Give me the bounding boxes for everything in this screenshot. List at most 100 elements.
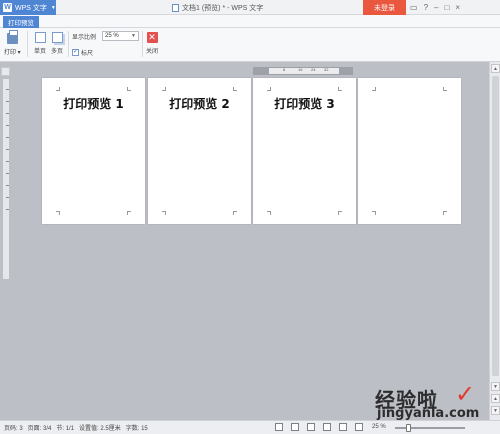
status-position: 设置值: 2.5厘米 — [79, 426, 121, 432]
crop-mark — [443, 87, 447, 91]
status-zoom: 25 % — [372, 424, 386, 430]
ruler-tick — [6, 137, 9, 138]
chevron-down-icon: ▼ — [50, 4, 56, 11]
preview-page[interactable] — [358, 78, 461, 224]
status-pages: 页面: 3/4 — [27, 426, 52, 432]
ruler-tick — [6, 89, 9, 90]
single-page-icon — [34, 32, 46, 43]
ruler-toggle-button[interactable] — [1, 67, 10, 76]
title-bar: W WPS 文字 ▼ 文档1 (预览) * - WPS 文字 未登录 ▭ ? –… — [0, 0, 500, 15]
zoom-value: 25 % — [105, 33, 119, 39]
ruler-label: 标尺 — [81, 51, 94, 57]
crop-mark — [338, 211, 342, 215]
skin-icon[interactable]: ▭ — [410, 3, 418, 12]
multi-page-icon — [51, 32, 63, 43]
close-icon: ✕ — [146, 32, 158, 43]
checkbox-checked-icon: ✓ — [72, 49, 79, 56]
crop-mark — [233, 87, 237, 91]
crop-mark — [267, 87, 271, 91]
ruler-tick — [6, 161, 9, 162]
view-mode-icon[interactable] — [275, 423, 283, 431]
ruler-margin-area — [269, 68, 339, 74]
single-page-label: 单页 — [34, 49, 47, 55]
crop-mark — [162, 211, 166, 215]
crop-mark — [338, 87, 342, 91]
minimize-icon[interactable]: – — [434, 3, 438, 12]
watermark-url: jingyanla.com — [377, 406, 480, 421]
scroll-thumb[interactable] — [492, 76, 499, 376]
crop-mark — [127, 87, 131, 91]
vertical-ruler — [1, 67, 11, 415]
multi-page-label: 多页 — [51, 49, 64, 55]
ruler-tick — [6, 173, 9, 174]
ruler-tick — [6, 101, 9, 102]
window-title: 文档1 (预览) * - WPS 文字 — [172, 0, 263, 15]
close-window-icon[interactable]: × — [455, 3, 460, 12]
ruler-mark: 32 — [324, 67, 329, 72]
crop-mark — [267, 211, 271, 215]
ribbon: 打印 ▾ 单页 多页 显示比例 25 % ▼ ✓ 标尺 ✕ 关闭 — [0, 28, 500, 62]
ruler-checkbox[interactable]: ✓ 标尺 — [72, 48, 93, 57]
horizontal-ruler[interactable]: 8 16 24 32 — [253, 67, 353, 75]
crop-mark — [372, 87, 376, 91]
printer-icon — [6, 30, 18, 44]
view-buttons — [275, 423, 363, 431]
preview-page[interactable]: 打印预览 3 — [253, 78, 356, 224]
ruler-tick — [6, 197, 9, 198]
page-title: 打印预览 3 — [274, 97, 335, 111]
app-menu-button[interactable]: W WPS 文字 ▼ — [0, 0, 56, 15]
maximize-icon[interactable]: □ — [444, 3, 449, 12]
ruler-mark: 8 — [283, 67, 286, 72]
crop-mark — [127, 211, 131, 215]
close-preview-button[interactable]: ✕ 关闭 — [146, 32, 158, 55]
vertical-scrollbar[interactable]: ▲ ▼ ▲ ▼ — [489, 62, 500, 420]
view-mode-icon[interactable] — [323, 423, 331, 431]
preview-page[interactable]: 打印预览 2 — [148, 78, 251, 224]
print-label: 打印 ▾ — [4, 50, 21, 56]
wps-logo-icon: W — [3, 3, 12, 12]
crop-mark — [443, 211, 447, 215]
ruler-mark: 24 — [311, 67, 316, 72]
prev-page-icon[interactable]: ▲ — [491, 394, 500, 403]
page-title: 打印预览 2 — [169, 97, 230, 111]
window-title-text: 文档1 (预览) * - WPS 文字 — [182, 4, 264, 12]
scroll-down-icon[interactable]: ▼ — [491, 382, 500, 391]
divider — [68, 31, 69, 57]
ruler-tick — [6, 113, 9, 114]
tab-print-preview[interactable]: 打印预览 — [3, 16, 39, 28]
status-bar: 页码: 3 页面: 3/4 节: 1/1 设置值: 2.5厘米 字数: 15 2… — [0, 420, 500, 434]
status-words: 字数: 15 — [125, 426, 148, 432]
print-button[interactable]: 打印 ▾ — [4, 30, 21, 56]
window-controls: ▭ ? – □ × — [410, 0, 460, 15]
crop-mark — [233, 211, 237, 215]
login-button[interactable]: 未登录 — [363, 0, 406, 15]
single-page-button[interactable]: 单页 — [34, 32, 46, 55]
view-mode-icon[interactable] — [291, 423, 299, 431]
multi-page-button[interactable]: 多页 — [51, 32, 63, 55]
view-mode-icon[interactable] — [307, 423, 315, 431]
scroll-up-icon[interactable]: ▲ — [491, 64, 500, 73]
zoom-slider-knob[interactable] — [406, 424, 411, 432]
vertical-ruler-bar — [3, 79, 9, 279]
status-page: 页码: 3 — [4, 426, 23, 432]
ruler-mark: 16 — [298, 67, 303, 72]
zoom-label: 显示比例 — [72, 35, 97, 41]
zoom-select[interactable]: 25 % ▼ — [102, 31, 139, 41]
preview-page[interactable]: 打印预览 1 — [42, 78, 145, 224]
view-mode-icon[interactable] — [355, 423, 363, 431]
tab-row: 打印预览 — [0, 15, 500, 28]
help-icon[interactable]: ? — [424, 3, 428, 12]
document-icon — [172, 3, 179, 12]
crop-mark — [56, 211, 60, 215]
close-label: 关闭 — [146, 49, 159, 55]
crop-mark — [162, 87, 166, 91]
ruler-tick — [6, 209, 9, 210]
ruler-tick — [6, 185, 9, 186]
view-mode-icon[interactable] — [339, 423, 347, 431]
crop-mark — [56, 87, 60, 91]
checkmark-icon: ✓ — [455, 381, 476, 408]
ruler-tick — [6, 125, 9, 126]
next-page-icon[interactable]: ▼ — [491, 406, 500, 415]
divider — [142, 31, 143, 57]
status-section: 节: 1/1 — [56, 426, 75, 432]
